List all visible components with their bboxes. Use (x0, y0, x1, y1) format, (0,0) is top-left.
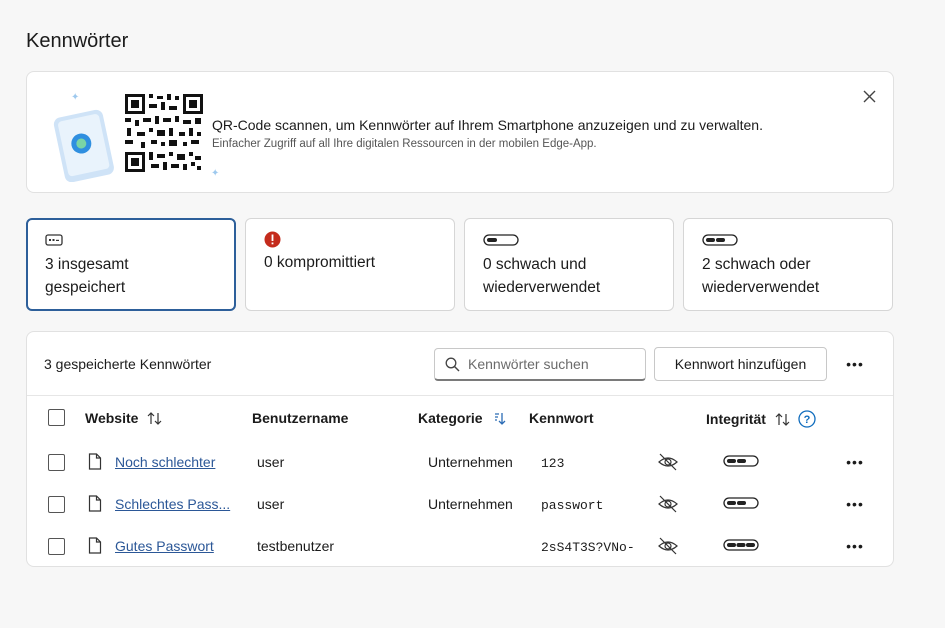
close-icon[interactable] (859, 86, 879, 106)
card-total-saved[interactable]: 3 insgesamt gespeichert (26, 218, 236, 311)
column-health[interactable]: Integrität ? (706, 410, 816, 428)
weak-strength-icon (723, 497, 759, 509)
site-link[interactable]: Schlechtes Pass... (115, 496, 230, 512)
column-password-label: Kennwort (529, 410, 594, 426)
password-cell: passwort (541, 498, 604, 513)
card-total-label-1: 3 insgesamt (45, 256, 129, 273)
card-total-label-2: gespeichert (45, 279, 126, 296)
row-checkbox[interactable] (48, 454, 65, 471)
page-title: Kennwörter (26, 30, 129, 52)
site-link[interactable]: Gutes Passwort (115, 538, 214, 554)
row-checkbox[interactable] (48, 538, 65, 555)
svg-text:✦: ✦ (71, 92, 79, 103)
qr-banner-sub-text: Einfacher Zugriff auf all Ihre digitalen… (212, 138, 597, 150)
card-compromised-label: 0 kompromittiert (264, 254, 376, 271)
password-cell: 2sS4T3S?VNo- (541, 540, 635, 555)
row-more-options-icon[interactable]: ••• (845, 494, 865, 514)
password-stats: 3 insgesamt gespeichert 0 kompromittiert… (26, 218, 894, 311)
saved-count-label: 3 gespeicherte Kennwörter (44, 356, 212, 372)
column-health-label: Integrität (706, 411, 766, 427)
column-category[interactable]: Kategorie (418, 410, 509, 426)
password-card-icon (45, 234, 63, 246)
username-cell: testbenutzer (257, 538, 335, 554)
show-password-icon[interactable] (657, 536, 679, 556)
svg-text:?: ? (804, 414, 811, 426)
row-more-options-icon[interactable]: ••• (845, 452, 865, 472)
category-cell: Unternehmen (428, 454, 513, 470)
card-weak-and-reused-label-1: 0 schwach und (483, 256, 587, 273)
sort-icon (775, 412, 790, 426)
document-icon (88, 537, 102, 554)
card-weak-and-reused[interactable]: 0 schwach und wiederverwendet (464, 218, 674, 311)
card-weak-and-reused-label-2: wiederverwendet (483, 279, 601, 296)
show-password-icon[interactable] (657, 494, 679, 514)
medium-strength-icon (702, 234, 738, 246)
qr-code-illustration: ✦ ✦ (53, 92, 219, 182)
sort-descending-icon (494, 412, 506, 425)
column-password: Kennwort (529, 410, 594, 426)
password-list-panel: 3 gespeicherte Kennwörter Kennwort hinzu… (26, 331, 894, 567)
column-category-label: Kategorie (418, 410, 483, 426)
search-box[interactable] (434, 348, 646, 381)
more-options-icon[interactable]: ••• (845, 354, 865, 374)
column-website[interactable]: Website (85, 410, 164, 426)
card-weak-or-reused-label-1: 2 schwach oder (702, 256, 811, 273)
qr-banner: ✦ ✦ QR-Code scannen, um Kennwörter auf I… (26, 71, 894, 193)
row-more-options-icon[interactable]: ••• (845, 536, 865, 556)
card-weak-or-reused-label-2: wiederverwendet (702, 279, 820, 296)
column-website-label: Website (85, 410, 139, 426)
column-username-label: Benutzername (252, 410, 349, 426)
sort-icon (148, 411, 162, 425)
column-username[interactable]: Benutzername (252, 410, 348, 426)
password-cell: 123 (541, 456, 565, 471)
search-icon (445, 357, 460, 371)
help-icon[interactable]: ? (798, 410, 816, 428)
card-weak-or-reused[interactable]: 2 schwach oder wiederverwendet (683, 218, 893, 311)
card-compromised[interactable]: 0 kompromittiert (245, 218, 455, 311)
document-icon (88, 495, 102, 512)
row-checkbox[interactable] (48, 496, 65, 513)
show-password-icon[interactable] (657, 452, 679, 472)
qr-banner-main-text: QR-Code scannen, um Kennwörter auf Ihrem… (212, 117, 763, 133)
select-all-checkbox[interactable] (48, 409, 65, 426)
search-input[interactable] (468, 356, 638, 372)
weak-strength-icon (483, 234, 519, 246)
warning-icon (264, 231, 281, 248)
weak-strength-icon (723, 455, 759, 467)
strong-strength-icon (723, 539, 759, 551)
username-cell: user (257, 454, 285, 470)
svg-text:✦: ✦ (211, 168, 219, 179)
username-cell: user (257, 496, 285, 512)
site-link[interactable]: Noch schlechter (115, 454, 215, 470)
document-icon (88, 453, 102, 470)
password-list-toolbar: 3 gespeicherte Kennwörter Kennwort hinzu… (27, 332, 893, 396)
category-cell: Unternehmen (428, 496, 513, 512)
add-password-button[interactable]: Kennwort hinzufügen (654, 347, 827, 381)
